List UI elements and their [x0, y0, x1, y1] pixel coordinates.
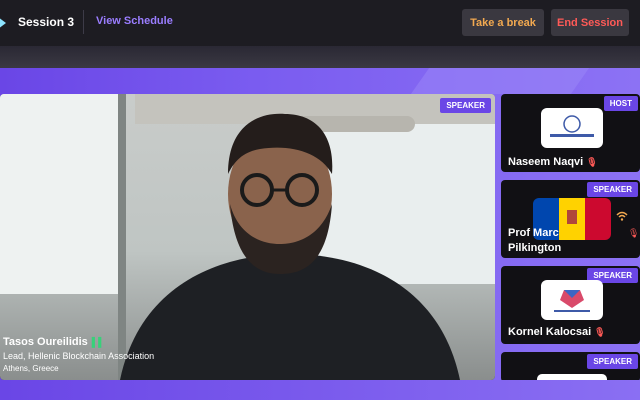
- bottom-band: [0, 380, 640, 400]
- view-schedule-link[interactable]: View Schedule: [96, 15, 173, 27]
- connection-signal-icon: [616, 211, 628, 221]
- take-break-button[interactable]: Take a break: [462, 9, 544, 36]
- header-gradient: [0, 46, 640, 70]
- speaker-person-image: [120, 113, 460, 380]
- speaker-name-row: Tasos Oureilidis ▌▌: [3, 336, 154, 348]
- app-logo-icon: [0, 18, 6, 28]
- speaker-role: Lead, Hellenic Blockchain Association: [3, 351, 155, 361]
- header-divider: [83, 10, 84, 34]
- participant-name: Naseem Naqvi: [508, 156, 584, 168]
- speaker-location: Athens, Greece: [3, 364, 59, 373]
- speaker-badge: SPEAKER: [587, 354, 638, 369]
- mic-muted-icon: 🎙: [586, 157, 598, 167]
- organization-logo: [541, 280, 603, 320]
- participant-name-line2: Pilkington: [508, 242, 562, 254]
- main-speaker-video[interactable]: SPEAKER Tasos Oureilidis ▌▌ Lead, Helleni…: [0, 94, 495, 380]
- mic-active-icon: ▌▌: [91, 337, 105, 347]
- speaker-badge: SPEAKER: [587, 182, 638, 197]
- participant-name-line1: Prof Marc: [508, 227, 559, 239]
- speaker-name: Tasos Oureilidis: [3, 336, 88, 348]
- host-badge: HOST: [603, 96, 638, 111]
- mic-muted-icon: 🎙: [594, 327, 606, 337]
- speaker-name-overlay: Tasos Oureilidis ▌▌ Lead, Hellenic Blockc…: [3, 336, 154, 373]
- participant-name: Kornel Kalocsai: [508, 326, 592, 338]
- mic-muted-icon: 🎙: [628, 228, 640, 238]
- participant-tile[interactable]: SPEAKER Kornel Kalocsai 🎙: [501, 266, 640, 344]
- participant-name: Prof Marc Pilkington: [508, 226, 561, 256]
- participant-name-row: Naseem Naqvi 🎙: [508, 155, 598, 170]
- coat-of-arms-icon: [567, 210, 577, 224]
- top-bar: Session 3 View Schedule Take a break End…: [0, 0, 640, 46]
- organization-logo-icon: [550, 115, 594, 137]
- participant-tile[interactable]: SPEAKER Prof Marc Pilkington 🎙: [501, 180, 640, 258]
- organization-logo-icon: [554, 290, 590, 312]
- speaker-badge: SPEAKER: [440, 98, 491, 113]
- participant-name-row: Kornel Kalocsai 🎙: [508, 325, 606, 340]
- organization-logo: [541, 108, 603, 148]
- participant-tile[interactable]: HOST Naseem Naqvi 🎙: [501, 94, 640, 172]
- video-window-light: [0, 94, 125, 294]
- stage-stripe: [410, 68, 590, 94]
- participant-tile[interactable]: SPEAKER: [501, 352, 640, 382]
- session-title: Session 3: [18, 15, 75, 29]
- end-session-button[interactable]: End Session: [551, 9, 629, 36]
